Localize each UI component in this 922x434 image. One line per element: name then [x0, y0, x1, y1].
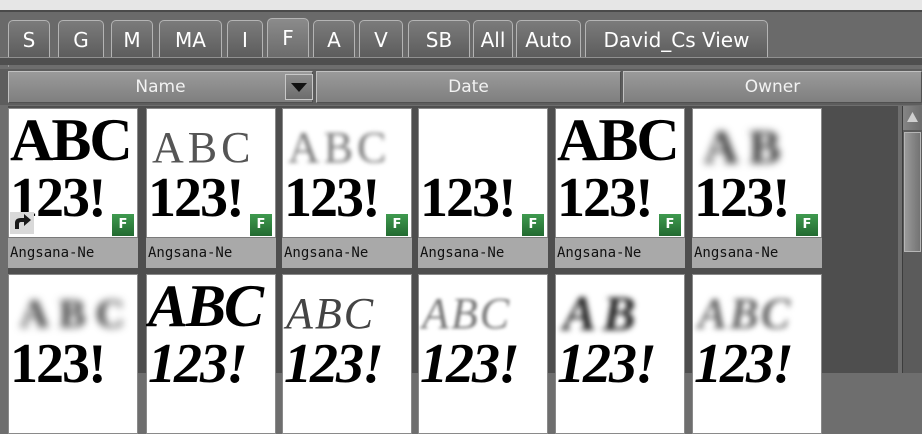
font-tile-caption: Angsana-Ne	[146, 237, 276, 268]
font-sample-numbers: 123!	[694, 333, 794, 395]
font-tile[interactable]: 123! F Angsana-Ne	[418, 108, 548, 268]
font-tile-caption: Angsana-Ne	[418, 237, 548, 268]
font-tile[interactable]: ABC 123! F Angsana-Ne	[146, 108, 276, 268]
font-sample-numbers: 123!	[420, 167, 517, 229]
tab-g[interactable]: G	[58, 20, 104, 58]
column-date[interactable]: Date	[316, 71, 621, 103]
tab-m[interactable]: M	[111, 20, 153, 58]
window-top-strip	[0, 0, 922, 10]
font-tile[interactable]: ABC 123! F Angsana-Ne	[555, 108, 685, 268]
font-tile[interactable]: AB 123! F Angsana-Ne	[692, 108, 822, 268]
font-type-badge-icon: F	[796, 214, 818, 236]
font-tile[interactable]: ABC 123! F Angsana-Ne	[8, 108, 138, 268]
font-tile-caption: Angsana-Ne	[8, 237, 138, 268]
font-sample-numbers: 123!	[557, 167, 654, 229]
font-tile-caption: Angsana-Ne	[692, 237, 822, 268]
sort-dropdown-button[interactable]	[285, 74, 313, 100]
vertical-scrollbar[interactable]	[902, 106, 922, 373]
font-sample-numbers: 123!	[148, 333, 248, 395]
font-sample-numbers: 123!	[148, 167, 245, 229]
font-tile-caption: Angsana-Ne	[555, 237, 685, 268]
shortcut-arrow-icon	[10, 212, 34, 234]
font-tile[interactable]: ABC 123!	[692, 274, 822, 434]
font-tile[interactable]: ABC 123!	[418, 274, 548, 434]
tab-i[interactable]: I	[227, 20, 263, 58]
chevron-up-icon	[907, 112, 918, 122]
chevron-down-icon	[291, 83, 307, 92]
font-tile[interactable]: ABC 123! F Angsana-Ne	[282, 108, 412, 268]
tab-ma[interactable]: MA	[159, 20, 222, 58]
font-sample-letters: ABC	[10, 108, 133, 173]
tab-all[interactable]: All	[473, 20, 513, 58]
font-sample-numbers: 123!	[694, 167, 791, 229]
font-tile[interactable]: ABC 123!	[146, 274, 276, 434]
font-type-badge-icon: F	[112, 214, 134, 236]
scrollbar-thumb[interactable]	[904, 132, 921, 252]
tab-a[interactable]: A	[313, 20, 355, 58]
font-sample-numbers: 123!	[557, 333, 657, 395]
font-thumbnail-grid: ABC 123! F Angsana-Ne ABC 123! F Angsana…	[8, 106, 898, 434]
tab-v[interactable]: V	[359, 20, 403, 58]
font-type-badge-icon: F	[522, 214, 544, 236]
font-sample-letters: ABC	[557, 108, 680, 173]
tab-bar-bottom	[0, 57, 922, 65]
font-sample-numbers: 123!	[284, 333, 384, 395]
tab-sb[interactable]: SB	[408, 20, 470, 58]
font-type-badge-icon: F	[250, 214, 272, 236]
tab-auto[interactable]: Auto	[516, 20, 581, 58]
tab-s[interactable]: S	[8, 20, 50, 58]
font-sample-numbers: 123!	[10, 333, 107, 395]
tab-david-cs-view[interactable]: David_Cs View	[585, 20, 768, 58]
scroll-up-button[interactable]	[903, 106, 922, 130]
font-tile[interactable]: ABC 123!	[8, 274, 138, 434]
font-sample-letters: ABC	[148, 274, 264, 339]
column-name[interactable]: Name	[8, 71, 313, 103]
font-type-badge-icon: F	[386, 214, 408, 236]
font-tile[interactable]: AB 123!	[555, 274, 685, 434]
font-sample-numbers: 123!	[284, 167, 381, 229]
tab-f[interactable]: F	[267, 18, 309, 58]
font-tile[interactable]: ABC 123!	[282, 274, 412, 434]
font-type-badge-icon: F	[659, 214, 681, 236]
font-tile-caption: Angsana-Ne	[282, 237, 412, 268]
font-sample-letters: ABC	[20, 291, 135, 336]
column-owner[interactable]: Owner	[623, 71, 922, 103]
font-sample-numbers: 123!	[420, 333, 520, 395]
